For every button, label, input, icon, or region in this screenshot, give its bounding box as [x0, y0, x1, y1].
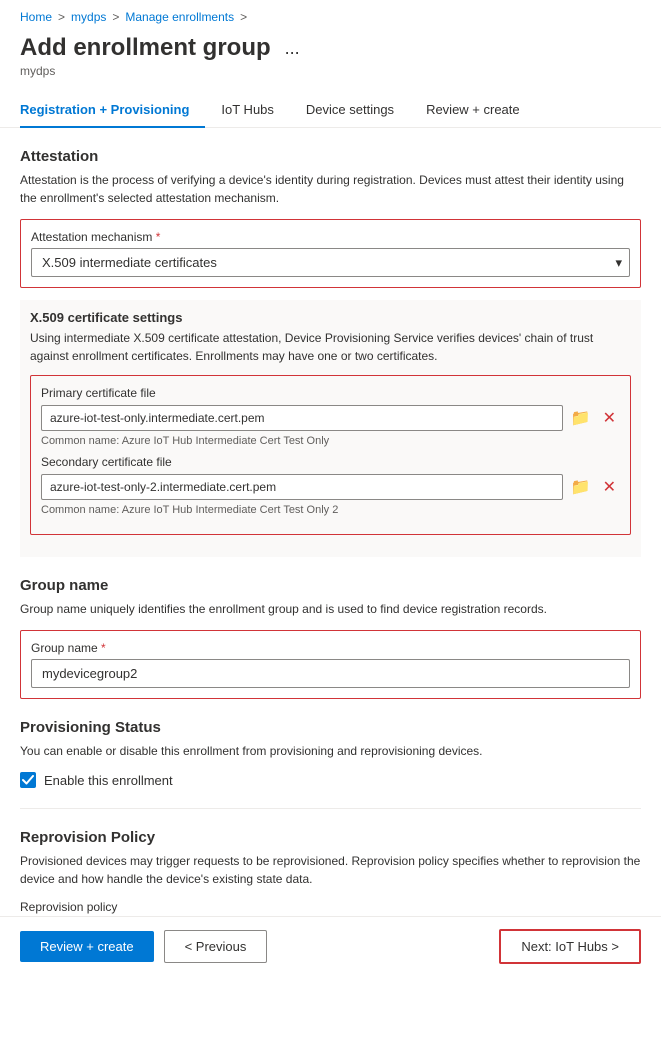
ellipsis-button[interactable]: ...	[279, 36, 306, 61]
provisioning-status-title: Provisioning Status	[20, 719, 641, 736]
reprovision-policy-label: Reprovision policy	[20, 900, 641, 914]
primary-cert-common-name: Common name: Azure IoT Hub Intermediate …	[41, 435, 620, 447]
primary-cert-delete-button[interactable]: ✕	[599, 404, 620, 432]
primary-cert-label: Primary certificate file	[41, 386, 620, 400]
secondary-cert-field: Secondary certificate file 📁 ✕ Common na…	[41, 455, 620, 516]
cert-settings-title: X.509 certificate settings	[30, 310, 631, 325]
enable-enrollment-label: Enable this enrollment	[44, 773, 173, 788]
page-header: Add enrollment group ... mydps	[0, 30, 661, 88]
cert-files-box: Primary certificate file 📁 ✕ Common name…	[30, 375, 631, 535]
tab-registration-provisioning[interactable]: Registration + Provisioning	[20, 92, 205, 127]
secondary-cert-folder-button[interactable]: 📁	[567, 473, 595, 501]
attestation-mechanism-label: Attestation mechanism	[31, 230, 630, 244]
cert-settings-description: Using intermediate X.509 certificate att…	[30, 329, 631, 365]
primary-cert-folder-button[interactable]: 📁	[567, 404, 595, 432]
reprovision-policy-description: Provisioned devices may trigger requests…	[20, 852, 641, 888]
secondary-cert-label: Secondary certificate file	[41, 455, 620, 469]
secondary-cert-row: 📁 ✕	[41, 473, 620, 501]
primary-cert-field: Primary certificate file 📁 ✕ Common name…	[41, 386, 620, 447]
provisioning-status-description: You can enable or disable this enrollmen…	[20, 742, 641, 760]
main-content: Attestation Attestation is the process o…	[0, 128, 661, 1047]
group-name-label: Group name	[31, 641, 630, 655]
enable-enrollment-row: Enable this enrollment	[20, 772, 641, 788]
cert-settings-section: X.509 certificate settings Using interme…	[20, 300, 641, 557]
tab-review-create[interactable]: Review + create	[426, 92, 536, 127]
breadcrumb-manage[interactable]: Manage enrollments	[125, 10, 234, 24]
tabs-nav: Registration + Provisioning IoT Hubs Dev…	[0, 92, 661, 128]
secondary-cert-delete-button[interactable]: ✕	[599, 473, 620, 501]
primary-cert-row: 📁 ✕	[41, 404, 620, 432]
attestation-description: Attestation is the process of verifying …	[20, 171, 641, 207]
previous-button[interactable]: < Previous	[164, 930, 268, 963]
group-name-input[interactable]	[31, 659, 630, 688]
attestation-mechanism-box: Attestation mechanism X.509 intermediate…	[20, 219, 641, 288]
secondary-cert-common-name: Common name: Azure IoT Hub Intermediate …	[41, 504, 620, 516]
reprovision-policy-title: Reprovision Policy	[20, 829, 641, 846]
attestation-mechanism-select[interactable]: X.509 intermediate certificatesSymmetric…	[31, 248, 630, 277]
breadcrumb-sep1: >	[58, 10, 65, 24]
breadcrumb-sep2: >	[112, 10, 119, 24]
footer: Review + create < Previous Next: IoT Hub…	[0, 916, 661, 976]
group-name-box: Group name	[20, 630, 641, 699]
attestation-mechanism-select-wrapper: X.509 intermediate certificatesSymmetric…	[31, 248, 630, 277]
attestation-title: Attestation	[20, 148, 641, 165]
attestation-section: Attestation Attestation is the process o…	[20, 148, 641, 557]
review-create-button[interactable]: Review + create	[20, 931, 154, 962]
page-title: Add enrollment group	[20, 34, 271, 62]
breadcrumb-sep3: >	[240, 10, 247, 24]
tab-device-settings[interactable]: Device settings	[306, 92, 410, 127]
primary-cert-input[interactable]	[41, 405, 563, 431]
breadcrumb: Home > mydps > Manage enrollments >	[0, 0, 661, 30]
next-button[interactable]: Next: IoT Hubs >	[499, 929, 641, 964]
group-name-description: Group name uniquely identifies the enrol…	[20, 600, 641, 618]
breadcrumb-mydps[interactable]: mydps	[71, 10, 106, 24]
provisioning-status-section: Provisioning Status You can enable or di…	[20, 719, 641, 788]
group-name-title: Group name	[20, 577, 641, 594]
page-subtitle: mydps	[20, 64, 641, 78]
group-name-section: Group name Group name uniquely identifie…	[20, 577, 641, 699]
breadcrumb-home[interactable]: Home	[20, 10, 52, 24]
tab-iot-hubs[interactable]: IoT Hubs	[221, 92, 290, 127]
enable-enrollment-checkbox[interactable]	[20, 772, 36, 788]
section-divider	[20, 808, 641, 809]
secondary-cert-input[interactable]	[41, 474, 563, 500]
